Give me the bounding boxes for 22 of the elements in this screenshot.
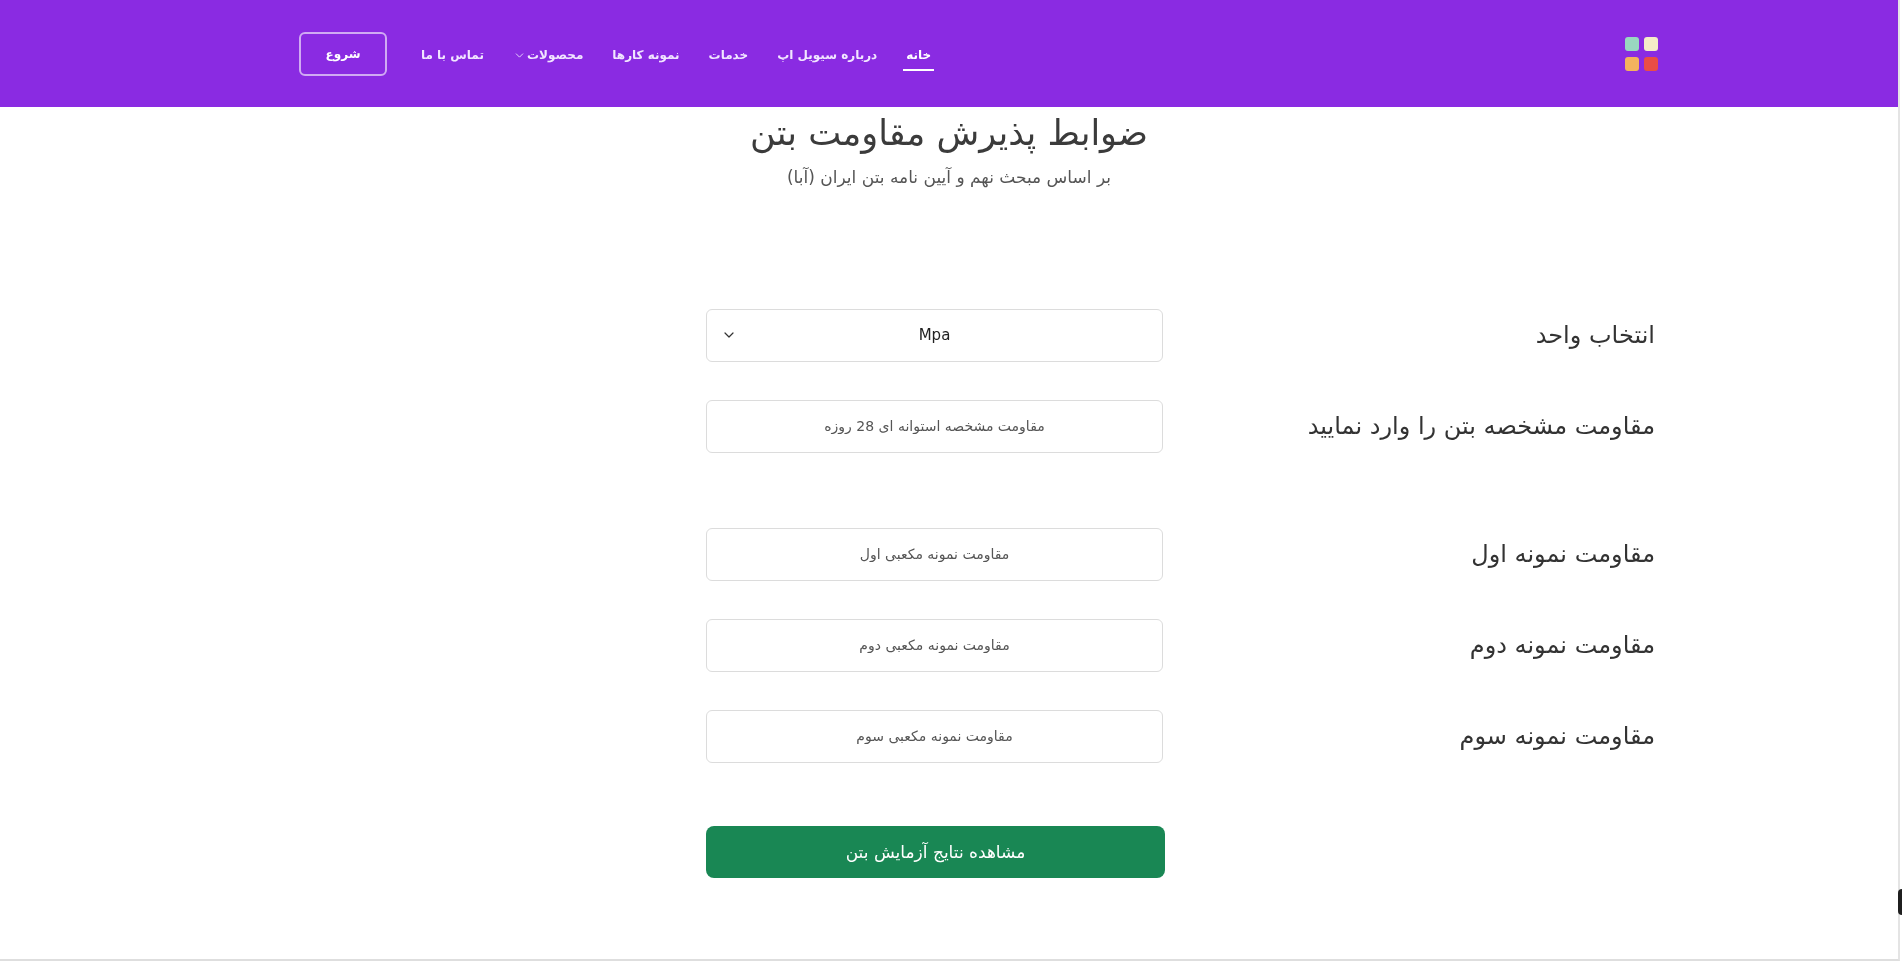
nav-link[interactable]: خدمات [705,40,752,71]
grid-logo-icon[interactable] [1625,36,1658,71]
input-field[interactable]: مقاومت نمونه مکعبی دوم [706,618,1163,672]
nav-link[interactable]: تماس با ما [418,40,487,71]
page-title: ضوابط پذیرش مقاومت بتن [750,112,1148,156]
field-label: مقاومت نمونه سوم [1459,722,1655,750]
field-label: مقاومت نمونه اول [1471,540,1655,568]
submit-button[interactable]: مشاهده نتایج آزمایش بتن [706,825,1165,878]
page-subtitle: بر اساس مبحث نهم و آیین نامه بتن ایران (آبا) [787,166,1112,187]
nav-link[interactable]: درباره سیویل اپ [774,40,881,71]
input-field[interactable]: مقاومت نمونه مکعبی اول [706,527,1163,581]
nav-link[interactable]: نمونه کارها [609,40,683,71]
field-label: مقاومت مشخصه بتن را وارد نمایید [1307,412,1655,440]
field-label: مقاومت نمونه دوم [1469,631,1655,659]
nav-dropdown[interactable]: محصولات [509,40,587,71]
floating-button[interactable] [1898,889,1902,915]
start-button[interactable]: شروع [299,31,387,76]
field-label: انتخاب واحد [1535,321,1655,349]
nav-link[interactable]: خانه [903,40,935,71]
unit-select[interactable]: Mpa [706,308,1163,362]
input-field[interactable]: مقاومت مشخصه استوانه ای 28 روزه [706,399,1163,453]
input-field[interactable]: مقاومت نمونه مکعبی سوم [706,709,1163,763]
